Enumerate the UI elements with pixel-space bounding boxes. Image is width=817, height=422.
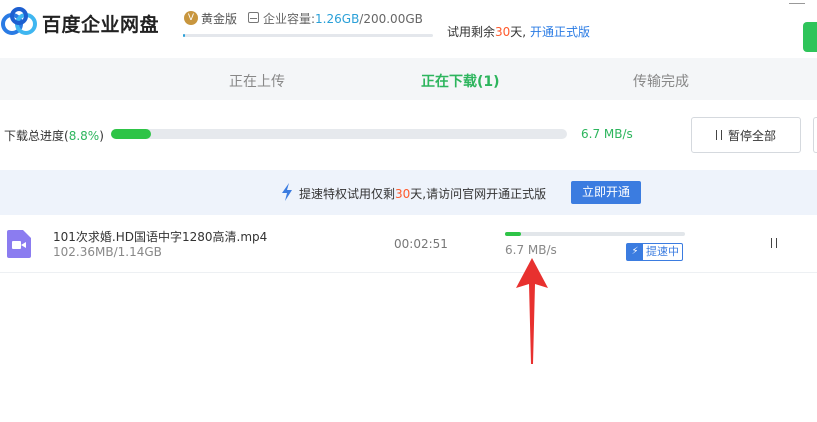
minimize-icon[interactable] — [789, 0, 805, 4]
pause-icon — [715, 130, 722, 140]
total-progress-bar — [111, 129, 567, 139]
boost-label: 提速中 — [646, 245, 679, 258]
app-brand: 百度企业网盘 — [42, 14, 160, 36]
activate-now-button[interactable]: 立即开通 — [571, 181, 641, 204]
file-progress-fill — [505, 232, 521, 236]
more-button[interactable] — [813, 117, 817, 153]
gold-tier-icon: V — [184, 11, 198, 25]
file-speed: 6.7 MB/s — [505, 243, 557, 257]
storage-bar-fill — [183, 34, 185, 37]
lightning-icon — [282, 183, 292, 201]
boosting-badge: ⚡ 提速中 — [626, 243, 683, 261]
download-row[interactable]: 101次求婚.HD国语中字1280高清.mp4 102.36MB/1.14GB … — [0, 215, 817, 273]
pause-download-icon[interactable] — [771, 238, 777, 248]
annotation-arrow-icon — [516, 258, 548, 364]
storage-used: 1.26GB — [315, 12, 360, 26]
trial-suffix: 天, — [510, 25, 527, 39]
tab-completed[interactable]: 传输完成 — [633, 71, 689, 91]
tab-downloading[interactable]: 正在下载(1) — [421, 71, 500, 91]
total-progress-fill — [111, 129, 152, 139]
file-size: 102.36MB/1.14GB — [53, 245, 162, 259]
file-progress-bar — [505, 232, 685, 236]
tier-label: 黄金版 — [201, 12, 238, 26]
storage-icon — [248, 12, 259, 23]
pause-all-label: 暂停全部 — [727, 128, 776, 143]
total-percent: 8.8% — [68, 129, 100, 143]
total-label-prefix: 下载总进度( — [4, 129, 69, 143]
storage-info: 企业容量:1.26GB/200.00GB — [263, 10, 423, 27]
tab-uploading[interactable]: 正在上传 — [229, 71, 285, 91]
trial-prefix: 试用剩余 — [447, 25, 496, 39]
storage-label: 企业容量: — [263, 12, 316, 26]
storage-total: /200.00GB — [359, 12, 423, 26]
trial-info: 试用剩余30天, 开通正式版 — [447, 23, 590, 40]
boost-lightning-icon: ⚡ — [627, 244, 643, 260]
video-file-icon — [7, 230, 31, 258]
file-name: 101次求婚.HD国语中字1280高清.mp4 — [53, 230, 268, 244]
baidu-cloud-logo-icon — [1, 7, 37, 35]
time-remaining: 00:02:51 — [394, 237, 448, 251]
upgrade-link[interactable]: 开通正式版 — [530, 25, 590, 39]
storage-bar — [183, 34, 433, 37]
banner-prefix: 提速特权试用仅剩 — [299, 187, 396, 201]
total-progress-label: 下载总进度(8.8%) — [4, 127, 104, 144]
app-header: 百度企业网盘 V 黄金版 企业容量:1.26GB/200.00GB 试用剩余30… — [0, 0, 817, 58]
banner-days: 30 — [395, 187, 411, 201]
transfer-tabs: 正在上传 正在下载(1) 传输完成 — [0, 58, 817, 100]
green-action-button[interactable] — [803, 22, 817, 52]
banner-text: 提速特权试用仅剩30天,请访问官网开通正式版 — [299, 185, 546, 202]
total-speed: 6.7 MB/s — [581, 127, 633, 141]
total-label-suffix: ) — [99, 129, 104, 143]
banner-suffix: 天,请访问官网开通正式版 — [410, 187, 547, 201]
trial-days: 30 — [495, 25, 511, 39]
pause-all-button[interactable]: 暂停全部 — [691, 117, 801, 153]
speedup-banner: 提速特权试用仅剩30天,请访问官网开通正式版 立即开通 — [0, 170, 817, 215]
